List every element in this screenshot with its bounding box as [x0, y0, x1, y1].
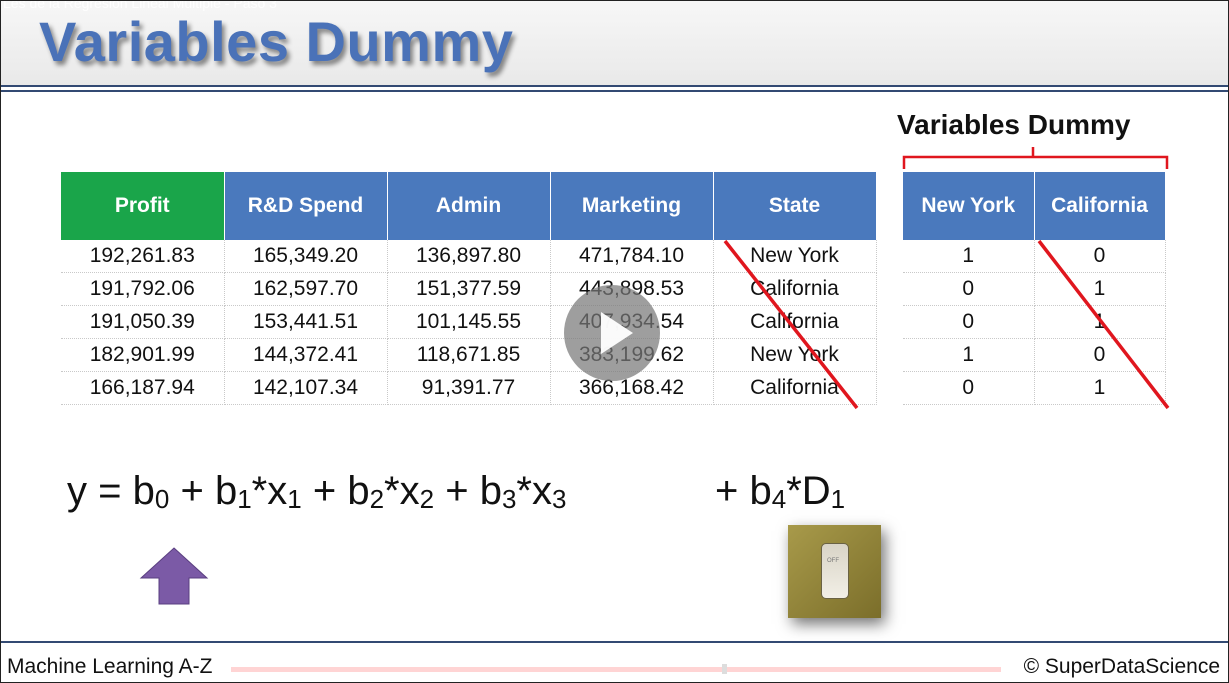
eq-star: *: [516, 469, 532, 513]
light-switch-icon: OFF: [788, 525, 881, 618]
eq-sub: 1: [287, 484, 302, 514]
eq-d1: D: [801, 469, 831, 513]
eq-star: *: [251, 469, 268, 513]
eq-y: y: [67, 469, 87, 513]
dummy-equation-term: + b4*D1: [715, 469, 845, 514]
regression-equation: y = b0 + b1*x1 + b2*x2 + b3*x3: [67, 469, 566, 514]
eq-star: *: [384, 469, 400, 513]
eq-sub: 1: [237, 484, 252, 514]
video-progress-bar[interactable]: [231, 667, 1001, 672]
eq-equals: =: [98, 469, 122, 513]
eq-b3: b: [479, 469, 502, 513]
eq-b0: b: [132, 469, 155, 513]
course-name: Machine Learning A-Z: [7, 655, 213, 678]
eq-b4: b: [749, 469, 772, 513]
eq-b1: b: [214, 469, 238, 513]
eq-b2: b: [347, 469, 370, 513]
eq-sub: 1: [830, 484, 846, 514]
eq-plus: +: [715, 469, 739, 513]
eq-star: *: [786, 469, 802, 513]
play-icon[interactable]: [564, 285, 660, 381]
eq-x3: x: [531, 469, 552, 513]
eq-plus: +: [312, 469, 337, 513]
state-strike-line: [723, 239, 859, 410]
eq-sub: 2: [419, 484, 435, 514]
eq-sub: 3: [551, 484, 567, 514]
eq-sub: 4: [771, 484, 787, 514]
eq-sub: 2: [369, 484, 385, 514]
progress-handle[interactable]: [721, 664, 727, 674]
eq-x1: x: [267, 469, 288, 513]
footer-divider: [1, 641, 1228, 643]
copyright-notice: © SuperDataScience: [1023, 655, 1220, 678]
up-arrow-icon: [139, 547, 209, 605]
switch-toggle: OFF: [821, 543, 849, 599]
california-strike-line: [1037, 239, 1170, 410]
dummy-bracket: [902, 147, 1169, 169]
eq-sub: 3: [501, 484, 517, 514]
slide: Les de la Regresion Lineal Multiple - Pa…: [0, 0, 1229, 683]
eq-plus: +: [445, 469, 469, 513]
switch-label: OFF: [827, 558, 839, 564]
eq-x2: x: [399, 469, 420, 513]
eq-sub: 0: [154, 484, 170, 514]
eq-plus: +: [180, 469, 204, 513]
